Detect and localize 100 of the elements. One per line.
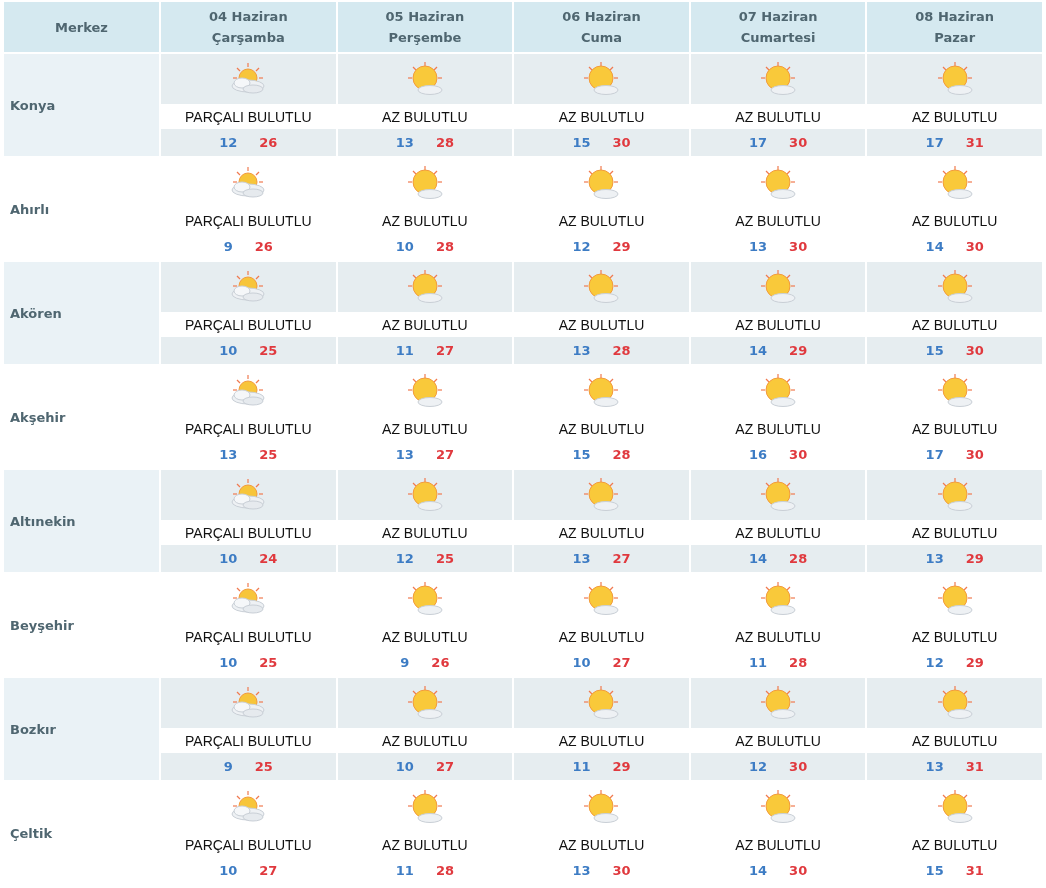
column-header: 08 Haziran Pazar bbox=[867, 2, 1042, 52]
weather-condition: AZ BULUTLU bbox=[381, 523, 469, 543]
sun-with-cloud-icon bbox=[581, 581, 622, 617]
min-temperature: 14 bbox=[749, 343, 768, 358]
weather-condition: AZ BULUTLU bbox=[557, 211, 646, 231]
min-temperature: 10 bbox=[395, 239, 414, 254]
min-temperature: 17 bbox=[925, 135, 944, 150]
column-header: 04 Haziran Çarşamba bbox=[161, 2, 336, 52]
min-temperature: 9 bbox=[400, 655, 410, 670]
min-temperature: 17 bbox=[925, 447, 944, 462]
min-temperature: 13 bbox=[395, 447, 414, 462]
max-temperature: 26 bbox=[431, 655, 450, 670]
max-temperature: 25 bbox=[259, 343, 278, 358]
station-name: Akşehir bbox=[9, 408, 67, 427]
sun-with-cloud-icon bbox=[581, 165, 622, 201]
weather-condition: AZ BULUTLU bbox=[557, 731, 646, 751]
max-temperature: 31 bbox=[965, 135, 984, 150]
min-temperature: 10 bbox=[395, 759, 414, 774]
weather-condition: AZ BULUTLU bbox=[910, 731, 999, 751]
min-temperature: 12 bbox=[395, 551, 414, 566]
weather-condition: AZ BULUTLU bbox=[734, 315, 822, 335]
weather-condition: PARÇALI BULUTLU bbox=[184, 731, 313, 751]
sun-with-cloud-icon bbox=[581, 685, 622, 721]
max-temperature: 28 bbox=[612, 343, 631, 358]
min-temperature: 14 bbox=[749, 863, 768, 878]
weather-condition: AZ BULUTLU bbox=[910, 523, 999, 543]
max-temperature: 30 bbox=[965, 343, 984, 358]
min-temperature: 15 bbox=[925, 863, 944, 878]
max-temperature: 30 bbox=[789, 759, 808, 774]
max-temperature: 28 bbox=[435, 863, 454, 878]
min-temperature: 15 bbox=[925, 343, 944, 358]
max-temperature: 26 bbox=[254, 239, 273, 254]
min-temperature: 13 bbox=[925, 551, 944, 566]
weather-condition: AZ BULUTLU bbox=[557, 523, 646, 543]
max-temperature: 29 bbox=[965, 551, 984, 566]
max-temperature: 30 bbox=[612, 135, 631, 150]
min-temperature: 11 bbox=[395, 343, 414, 358]
weather-condition: AZ BULUTLU bbox=[381, 731, 469, 751]
min-temperature: 10 bbox=[219, 343, 238, 358]
weather-condition: AZ BULUTLU bbox=[381, 107, 469, 127]
min-temperature: 10 bbox=[219, 863, 238, 878]
sun-with-cloud-icon bbox=[758, 477, 799, 513]
min-temperature: 10 bbox=[219, 655, 238, 670]
sun-with-cloud-icon bbox=[758, 581, 799, 617]
max-temperature: 27 bbox=[259, 863, 278, 878]
max-temperature: 25 bbox=[259, 447, 278, 462]
weather-condition: PARÇALI BULUTLU bbox=[184, 627, 313, 647]
column-header: 07 Haziran Cumartesi bbox=[690, 2, 866, 52]
weather-condition: AZ BULUTLU bbox=[381, 419, 469, 439]
weather-condition: PARÇALI BULUTLU bbox=[184, 419, 313, 439]
weather-condition: AZ BULUTLU bbox=[734, 835, 822, 855]
station-name: Ahırlı bbox=[9, 200, 51, 219]
weather-condition: AZ BULUTLU bbox=[734, 523, 822, 543]
sun-with-cloud-icon bbox=[758, 269, 799, 305]
max-temperature: 31 bbox=[965, 759, 984, 774]
station-name: Çeltik bbox=[9, 824, 54, 843]
max-temperature: 27 bbox=[612, 551, 631, 566]
weather-condition: PARÇALI BULUTLU bbox=[184, 211, 313, 231]
weather-condition: AZ BULUTLU bbox=[734, 211, 822, 231]
min-temperature: 13 bbox=[395, 135, 414, 150]
max-temperature: 30 bbox=[789, 447, 808, 462]
min-temperature: 11 bbox=[395, 863, 414, 878]
weather-condition: AZ BULUTLU bbox=[734, 627, 822, 647]
station-name: Altınekin bbox=[4, 470, 159, 572]
min-temperature: 15 bbox=[572, 447, 591, 462]
max-temperature: 28 bbox=[435, 135, 454, 150]
min-temperature: 13 bbox=[572, 551, 591, 566]
weather-condition: AZ BULUTLU bbox=[734, 419, 822, 439]
min-temperature: 13 bbox=[749, 239, 768, 254]
max-temperature: 30 bbox=[789, 239, 808, 254]
weather-condition: AZ BULUTLU bbox=[910, 107, 999, 127]
station-name: Beyşehir bbox=[9, 616, 75, 635]
min-temperature: 9 bbox=[223, 239, 233, 254]
weather-condition: PARÇALI BULUTLU bbox=[184, 107, 313, 127]
min-temperature: 13 bbox=[572, 343, 591, 358]
sun-with-cloud-icon bbox=[581, 373, 622, 409]
sun-with-cloud-icon bbox=[758, 165, 799, 201]
max-temperature: 30 bbox=[789, 863, 808, 878]
max-temperature: 26 bbox=[259, 135, 278, 150]
min-temperature: 9 bbox=[223, 759, 233, 774]
min-temperature: 12 bbox=[219, 135, 238, 150]
max-temperature: 25 bbox=[254, 759, 273, 774]
max-temperature: 29 bbox=[965, 655, 984, 670]
station-name: Bozkır bbox=[4, 678, 159, 780]
sun-with-cloud-icon bbox=[581, 269, 622, 305]
max-temperature: 27 bbox=[435, 343, 454, 358]
sun-with-cloud-icon bbox=[758, 373, 799, 409]
weather-condition: PARÇALI BULUTLU bbox=[184, 835, 313, 855]
max-temperature: 27 bbox=[435, 447, 454, 462]
station-name: Konya bbox=[4, 54, 159, 156]
min-temperature: 10 bbox=[219, 551, 238, 566]
weather-condition: AZ BULUTLU bbox=[910, 315, 999, 335]
weather-condition: AZ BULUTLU bbox=[557, 107, 646, 127]
max-temperature: 29 bbox=[612, 759, 631, 774]
sun-with-cloud-icon bbox=[758, 685, 799, 721]
max-temperature: 25 bbox=[435, 551, 454, 566]
max-temperature: 28 bbox=[612, 447, 631, 462]
sun-with-cloud-icon bbox=[581, 477, 622, 513]
min-temperature: 12 bbox=[572, 239, 591, 254]
max-temperature: 29 bbox=[789, 343, 808, 358]
